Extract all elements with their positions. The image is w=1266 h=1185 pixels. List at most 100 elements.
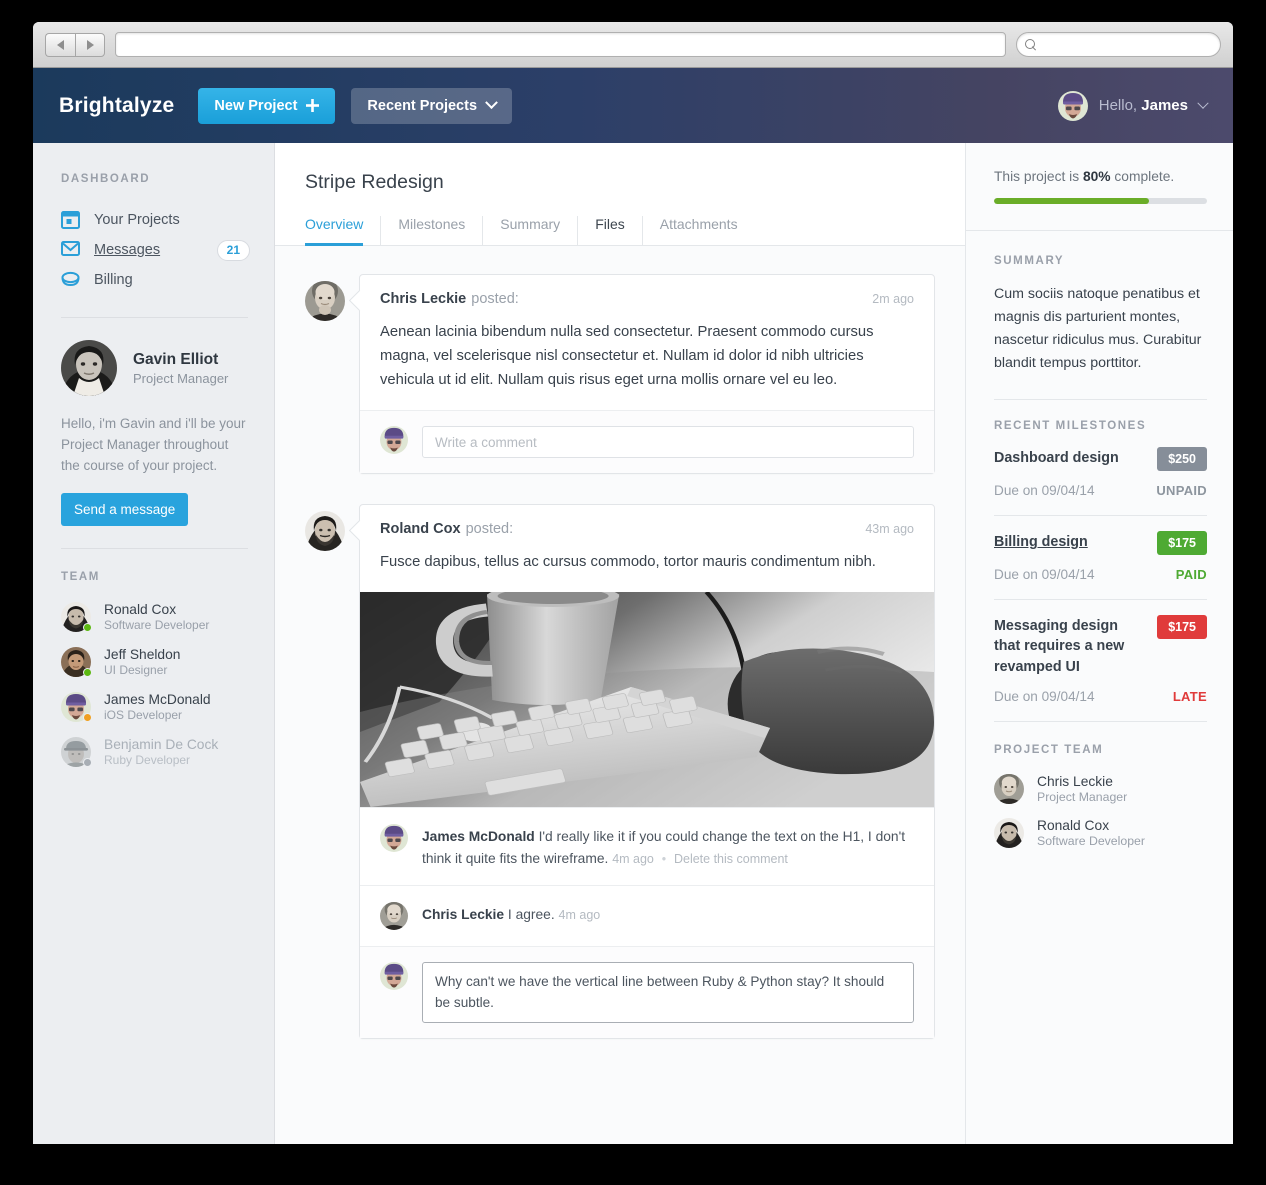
chevron-down-icon — [485, 96, 498, 110]
manager-role: Project Manager — [133, 370, 229, 386]
post-image[interactable] — [360, 592, 934, 808]
tab-overview[interactable]: Overview — [305, 216, 382, 246]
tab-milestones[interactable]: Milestones — [381, 216, 484, 245]
browser-search-box[interactable] — [1016, 32, 1221, 57]
avatar — [305, 281, 345, 321]
status-dot — [83, 712, 92, 722]
avatar — [61, 340, 117, 396]
avatar — [61, 602, 92, 632]
progress-section: This project is 80% complete. — [966, 143, 1233, 231]
envelope-icon — [61, 241, 81, 259]
manager-name: Gavin Elliot — [133, 350, 219, 368]
comment-author: James McDonald — [422, 829, 535, 845]
team-member-name: Chris Leckie — [1037, 773, 1113, 789]
summary-text: Cum sociis natoque penatibus et magnis d… — [994, 286, 1202, 371]
back-arrow-icon — [57, 39, 64, 50]
milestone-item: Billing design $175 Due on 09/04/14 PAID — [994, 516, 1207, 600]
status-badge: UNPAID — [1156, 483, 1207, 498]
progress-bar-fill — [994, 198, 1150, 204]
list-item[interactable]: Chris Leckie Project Manager — [994, 773, 1207, 804]
recent-projects-button[interactable]: Recent Projects — [351, 87, 513, 124]
milestone-name[interactable]: Billing design — [994, 532, 1088, 552]
sidebar-item-label: Your Projects — [94, 212, 180, 228]
comment-composer — [360, 946, 934, 1038]
messages-badge: 21 — [216, 239, 250, 261]
sidebar-item-messages[interactable]: Messages 21 — [61, 235, 250, 265]
progress-prefix: This project is — [994, 169, 1083, 184]
app-header: Brightalyze New Project Recent Projects … — [33, 68, 1233, 143]
right-sidebar: This project is 80% complete. SUMMARY Cu… — [965, 143, 1233, 1144]
manager-blurb: Hello, i'm Gavin and i'll be your Projec… — [61, 416, 246, 473]
greeting-prefix: Hello, — [1098, 97, 1142, 114]
comment-composer — [360, 410, 934, 474]
list-item[interactable]: Ronald Cox Software Developer — [994, 817, 1207, 848]
post: Roland Cox posted: 43m ago Fusce dapibus… — [305, 504, 935, 1039]
team-member-role: UI Designer — [104, 662, 168, 677]
sidebar-item-label: Billing — [94, 272, 133, 288]
status-dot — [83, 667, 92, 677]
comment-text: Chris Leckie I agree. 4m ago — [422, 902, 600, 930]
avatar — [994, 774, 1024, 804]
back-button[interactable] — [45, 32, 75, 57]
chevron-down-icon — [1197, 97, 1209, 109]
avatar — [61, 692, 92, 722]
avatar — [380, 824, 408, 852]
activity-feed: Chris Leckie posted: 2m ago Aenean lacin… — [275, 246, 965, 1109]
milestone-due: Due on 09/04/14 — [994, 688, 1095, 704]
comment-textarea[interactable] — [422, 962, 914, 1023]
team-member-name: Ronald Cox — [104, 601, 177, 617]
list-item[interactable]: Jeff Sheldon UI Designer — [61, 646, 248, 677]
greeting-name: James — [1141, 97, 1188, 114]
status-dot — [83, 757, 92, 767]
recent-projects-label: Recent Projects — [367, 97, 478, 114]
team-list: Ronald Cox Software Developer Jeff Sheld… — [61, 601, 248, 767]
comment-timestamp: 4m ago — [558, 908, 601, 923]
summary-label: SUMMARY — [994, 255, 1065, 267]
comment-body: I agree. — [507, 907, 555, 923]
new-project-button[interactable]: New Project — [198, 87, 336, 124]
delete-comment-link[interactable]: Delete this comment — [674, 852, 788, 866]
sidebar-divider — [61, 317, 248, 318]
post-header: Chris Leckie posted: 2m ago — [360, 275, 934, 307]
milestones-section: RECENT MILESTONES Dashboard design $250 … — [966, 400, 1233, 722]
progress-text: This project is 80% complete. — [994, 169, 1207, 184]
greeting: Hello, James — [1099, 97, 1188, 114]
send-a-message-button[interactable]: Send a message — [61, 492, 189, 526]
comment-text: James McDonald I'd really like it if you… — [422, 824, 914, 869]
comment-input[interactable] — [422, 426, 914, 459]
tab-files[interactable]: Files — [578, 216, 643, 245]
post-timestamp: 2m ago — [872, 292, 914, 306]
project-header: Stripe Redesign Overview Milestones Summ… — [275, 143, 965, 246]
milestone-item: Messaging design that requires a new rev… — [994, 600, 1207, 722]
team-member-name: Jeff Sheldon — [104, 646, 181, 662]
post-body: Aenean lacinia bibendum nulla sed consec… — [380, 324, 874, 389]
milestone-amount: $250 — [1157, 447, 1207, 471]
progress-suffix: complete. — [1110, 169, 1175, 184]
list-item[interactable]: Benjamin De Cock Ruby Developer — [61, 736, 248, 767]
team-member-role: iOS Developer — [104, 707, 183, 722]
url-input[interactable] — [115, 32, 1006, 57]
post-author: Chris Leckie — [380, 291, 467, 307]
app-logo: Brightalyze — [59, 93, 175, 117]
status-badge: LATE — [1172, 688, 1207, 704]
new-project-label: New Project — [214, 97, 298, 114]
list-item[interactable]: Ronald Cox Software Developer — [61, 601, 248, 632]
tab-bar: Overview Milestones Summary Files Attach… — [305, 216, 935, 246]
tab-summary[interactable]: Summary — [483, 216, 579, 245]
browser-nav-buttons — [45, 32, 105, 57]
team-member-name: Benjamin De Cock — [104, 736, 219, 752]
left-sidebar: DASHBOARD Your Projects Messages 21 Bill… — [33, 143, 275, 1144]
avatar — [380, 962, 408, 990]
sidebar-item-billing[interactable]: Billing — [61, 265, 248, 295]
milestone-item: Dashboard design $250 Due on 09/04/14 UN… — [994, 432, 1207, 516]
forward-button[interactable] — [75, 32, 105, 57]
milestone-due: Due on 09/04/14 — [994, 567, 1095, 582]
progress-value: 80% — [1082, 169, 1111, 184]
window-icon — [61, 211, 81, 229]
user-menu[interactable]: Hello, James — [1058, 91, 1209, 121]
list-item[interactable]: James McDonald iOS Developer — [61, 691, 248, 722]
project-team-section: PROJECT TEAM Chris Leckie Project Manage… — [966, 722, 1233, 848]
sidebar-item-your-projects[interactable]: Your Projects — [61, 205, 248, 235]
post-header: Roland Cox posted: 43m ago — [360, 505, 934, 537]
tab-attachments[interactable]: Attachments — [643, 216, 755, 245]
